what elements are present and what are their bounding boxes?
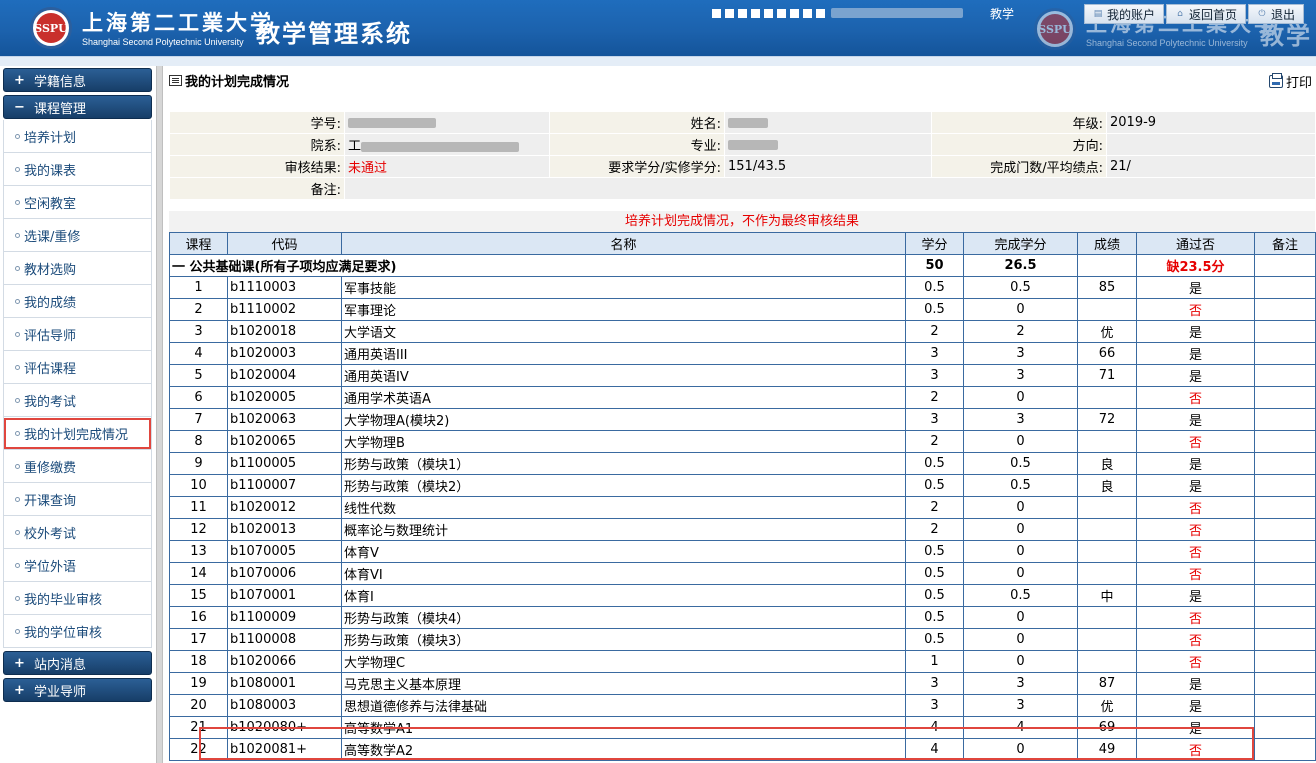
sidebar-item[interactable]: 重修缴费 bbox=[3, 450, 152, 483]
sidebar-item[interactable]: 选课/重修 bbox=[3, 219, 152, 252]
table-row: 14 b1070006 体育VI 0.5 0 否 bbox=[169, 562, 1316, 585]
print-button[interactable]: 打印 bbox=[1268, 72, 1312, 91]
list-icon bbox=[169, 75, 182, 86]
table-row: 9 b1100005 形势与政策（模块1） 0.5 0.5 良是 bbox=[169, 452, 1316, 475]
bullet-icon bbox=[15, 232, 20, 238]
sidebar-item[interactable]: 我的学位审核 bbox=[3, 615, 152, 648]
sidebar-item[interactable]: 开课查询 bbox=[3, 483, 152, 516]
student-id-value bbox=[344, 111, 550, 134]
university-name-en: Shanghai Second Polytechnic University bbox=[82, 37, 244, 47]
table-row: 10 b1100007 形势与政策（模块2） 0.5 0.5 良是 bbox=[169, 474, 1316, 497]
printer-icon bbox=[1268, 73, 1283, 88]
table-row: 5 b1020004 通用英语IV 3 3 71 是 bbox=[169, 364, 1316, 387]
bullet-icon bbox=[15, 298, 20, 304]
power-icon: ⏻ bbox=[1258, 9, 1266, 19]
sidebar-item[interactable]: 我的课表 bbox=[3, 153, 152, 186]
sidebar-item[interactable]: 我的计划完成情况 bbox=[3, 417, 152, 450]
home-icon: ⌂ bbox=[1177, 9, 1183, 19]
table-row: 8 b1020065 大学物理B 2 0 否 bbox=[169, 430, 1316, 453]
table-row: 17 b1100008 形势与政策（模块3） 0.5 0 否 bbox=[169, 628, 1316, 651]
sidebar-item[interactable]: 评估导师 bbox=[3, 318, 152, 351]
student-name-value bbox=[724, 111, 932, 134]
university-name-cn: 上海第二工業大学 bbox=[82, 10, 274, 35]
bullet-icon bbox=[15, 397, 20, 403]
table-row: 2 b1110002 军事理论 0.5 0 否 bbox=[169, 298, 1316, 321]
sidebar-group-xueji[interactable]: + 学籍信息 bbox=[3, 68, 152, 92]
header-text-fragment: 教学 bbox=[990, 7, 1015, 21]
sidebar: + 学籍信息 − 课程管理 培养计划 我的课表 空闲教室 选课/重修 教材选购 我的成绩 评估导… bbox=[0, 66, 156, 763]
bullet-icon bbox=[15, 595, 20, 601]
table-row: 22 b1020081+ 高等数学A2 4 0 49 否 bbox=[169, 738, 1316, 761]
sidebar-item[interactable]: 我的考试 bbox=[3, 384, 152, 417]
top-header: SSPU 上海第二工業大学 Shanghai Second Polytechni… bbox=[0, 0, 1316, 56]
credits-value: 151/43.5 bbox=[724, 155, 932, 178]
college-value: 工 bbox=[344, 133, 550, 156]
bullet-icon bbox=[15, 133, 20, 139]
sidebar-splitter[interactable] bbox=[156, 66, 163, 763]
bullet-icon bbox=[15, 562, 20, 568]
table-row: 18 b1020066 大学物理C 1 0 否 bbox=[169, 650, 1316, 673]
bullet-icon bbox=[15, 529, 20, 535]
table-row: 15 b1070001 体育I 0.5 0.5 中是 bbox=[169, 584, 1316, 607]
sidebar-item[interactable]: 评估课程 bbox=[3, 351, 152, 384]
table-row: 13 b1070005 体育V 0.5 0 否 bbox=[169, 540, 1316, 563]
my-account-button[interactable]: ▤ 我的账户 bbox=[1083, 4, 1164, 24]
table-row: 3 b1020018 大学语文 2 2 优是 bbox=[169, 320, 1316, 343]
sidebar-group-messages[interactable]: + 站内消息 bbox=[3, 651, 152, 675]
table-row: 20 b1080003 思想道德修养与法律基础 3 3 优是 bbox=[169, 694, 1316, 717]
sidebar-item[interactable]: 教材选购 bbox=[3, 252, 152, 285]
count-value: 21/ bbox=[1106, 155, 1316, 178]
section-row: 一 公共基础课(所有子项均应满足要求) 50 26.5 缺23.5分 bbox=[169, 254, 1316, 277]
table-row: 4 b1020003 通用英语III 3 3 66 是 bbox=[169, 342, 1316, 365]
grade-value: 2019-9 bbox=[1106, 111, 1316, 134]
table-row: 12 b1020013 概率论与数理统计 2 0 否 bbox=[169, 518, 1316, 541]
return-home-button[interactable]: ⌂ 返回首页 bbox=[1165, 4, 1246, 24]
system-title: 教学管理系统 bbox=[256, 19, 412, 48]
audit-result-value: 未通过 bbox=[344, 155, 550, 178]
sidebar-item[interactable]: 学位外语 bbox=[3, 549, 152, 582]
remark-value bbox=[344, 177, 1316, 200]
table-row: 1 b1110003 军事技能 0.5 0.5 85 是 bbox=[169, 276, 1316, 299]
plan-note: 培养计划完成情况，不作为最终审核结果 bbox=[169, 211, 1315, 232]
sidebar-item[interactable]: 校外考试 bbox=[3, 516, 152, 549]
bullet-icon bbox=[15, 364, 20, 370]
sidebar-group-advisor[interactable]: + 学业导师 bbox=[3, 678, 152, 702]
table-row: 16 b1100009 形势与政策（模块4） 0.5 0 否 bbox=[169, 606, 1316, 629]
direction-value bbox=[1106, 133, 1316, 156]
logout-button[interactable]: ⏻ 退出 bbox=[1247, 4, 1304, 24]
bullet-icon bbox=[15, 199, 20, 205]
sidebar-item[interactable]: 我的成绩 bbox=[3, 285, 152, 318]
top-nav: ▤ 我的账户 ⌂ 返回首页 ⏻ 退出 bbox=[1082, 4, 1304, 24]
main-content: 我的计划完成情况 打印 学号: 姓名: 年级: 2019-9 院系: 工 专业:… bbox=[163, 66, 1316, 763]
bullet-icon bbox=[15, 166, 20, 172]
notice-marquee bbox=[712, 6, 963, 20]
course-table: 课程 代码 名称 学分 完成学分 成绩 通过否 备注 一 公共基础课(所有子项均… bbox=[169, 232, 1316, 761]
bullet-icon bbox=[15, 496, 20, 502]
bullet-icon bbox=[15, 628, 20, 634]
student-info-table: 学号: 姓名: 年级: 2019-9 院系: 工 专业: 方向: 审核结果: 未… bbox=[169, 111, 1316, 200]
table-row: 21 b1020080+ 高等数学A1 4 4 69 是 bbox=[169, 716, 1316, 739]
university-logo: SSPU bbox=[30, 7, 72, 49]
bullet-icon bbox=[15, 463, 20, 469]
table-row: 11 b1020012 线性代数 2 0 否 bbox=[169, 496, 1316, 519]
bullet-icon bbox=[15, 331, 20, 337]
bullet-icon bbox=[15, 430, 20, 436]
sidebar-item[interactable]: 我的毕业审核 bbox=[3, 582, 152, 615]
table-row: 19 b1080001 马克思主义基本原理 3 3 87 是 bbox=[169, 672, 1316, 695]
sidebar-group-kecheng[interactable]: − 课程管理 bbox=[3, 95, 152, 119]
page-title: 我的计划完成情况 bbox=[169, 71, 289, 90]
table-row: 6 b1020005 通用学术英语A 2 0 否 bbox=[169, 386, 1316, 409]
sidebar-submenu: 培养计划 我的课表 空闲教室 选课/重修 教材选购 我的成绩 评估导师 评估课程 我的考试 我的计… bbox=[3, 120, 152, 648]
table-header-row: 课程 代码 名称 学分 完成学分 成绩 通过否 备注 bbox=[169, 232, 1316, 255]
bullet-icon bbox=[15, 265, 20, 271]
header-sub-bar bbox=[0, 56, 1316, 66]
table-row: 7 b1020063 大学物理A(模块2) 3 3 72 是 bbox=[169, 408, 1316, 431]
sidebar-item[interactable]: 空闲教室 bbox=[3, 186, 152, 219]
sidebar-item[interactable]: 培养计划 bbox=[3, 120, 152, 153]
major-value bbox=[724, 133, 932, 156]
account-icon: ▤ bbox=[1093, 9, 1103, 19]
